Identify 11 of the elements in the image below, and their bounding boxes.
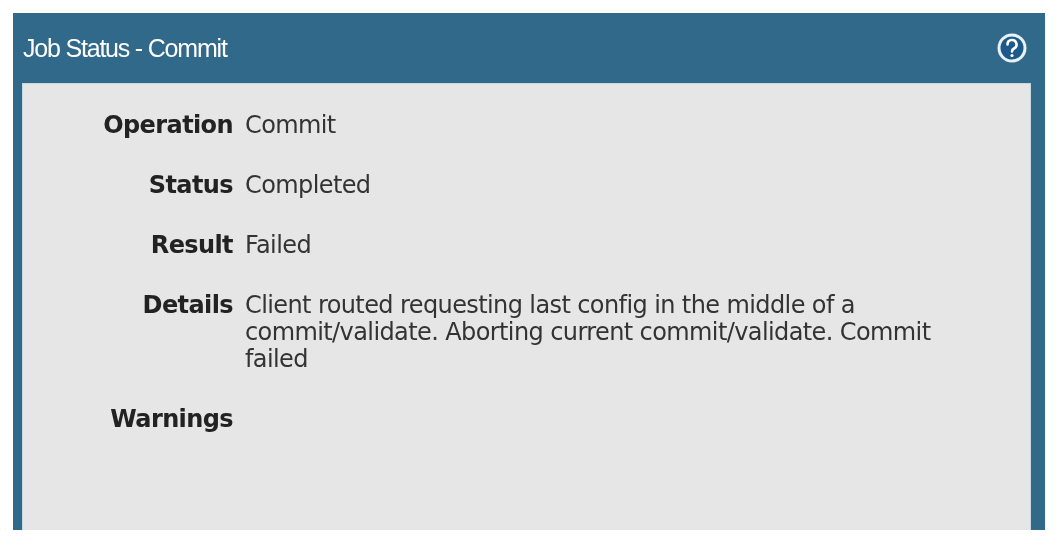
- field-label: Warnings: [110, 406, 233, 433]
- field-value: Client routed requesting last config in the middle of a commit/validate. Aborting current commit/validate. Commit failed: [245, 292, 932, 373]
- field-value: Commit: [245, 112, 336, 139]
- field-label: Operation: [103, 112, 233, 139]
- field-value: Completed: [245, 172, 371, 199]
- field-label: Details: [142, 292, 233, 319]
- field-label: Status: [148, 172, 233, 199]
- field-label: Result: [150, 232, 233, 259]
- help-icon[interactable]: [997, 33, 1027, 63]
- field-value: Failed: [245, 232, 312, 259]
- window-title: Job Status - Commit: [23, 33, 227, 63]
